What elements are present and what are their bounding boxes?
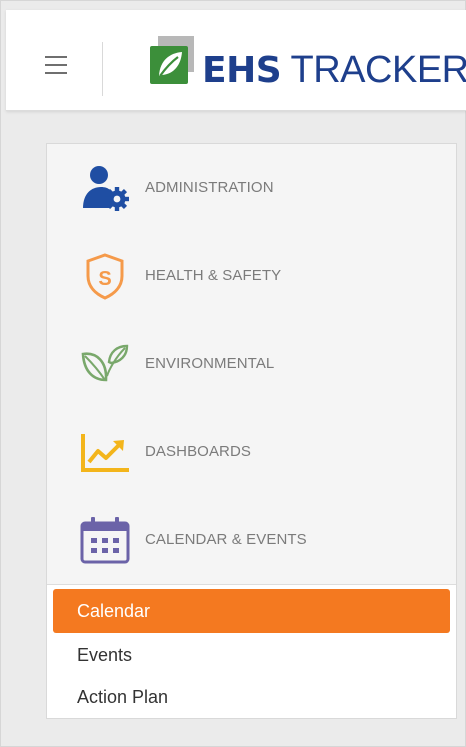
- menu-label-administration: ADMINISTRATION: [145, 179, 274, 196]
- shield-dollar-icon: S: [86, 253, 124, 300]
- leaves-icon: [81, 344, 129, 382]
- top-header: EHS TRACKERTM: [6, 10, 466, 111]
- trend-chart-icon: [81, 434, 129, 472]
- logo-text-light: TRACKER: [290, 49, 466, 91]
- menu-label-calendar-events: CALENDAR & EVENTS: [145, 531, 307, 548]
- calendar-submenu: Calendar Events Action Plan: [47, 585, 456, 718]
- hamburger-menu-icon[interactable]: [45, 56, 67, 74]
- menu-item-calendar-events[interactable]: CALENDAR & EVENTS: [47, 496, 456, 585]
- logo-wordmark: EHS TRACKERTM: [202, 50, 466, 99]
- menu-item-health-safety[interactable]: S HEALTH & SAFETY: [47, 232, 456, 321]
- side-menu: ADMINISTRATION S HEALTH & SAFETY ENVIRON…: [46, 143, 457, 719]
- app-frame: EHS TRACKERTM ADMINISTRATION: [0, 0, 466, 747]
- submenu-label-action-plan: Action Plan: [77, 687, 169, 707]
- menu-item-environmental[interactable]: ENVIRONMENTAL: [47, 320, 456, 409]
- submenu-item-calendar[interactable]: Calendar: [53, 589, 450, 633]
- submenu-item-events[interactable]: Events: [47, 633, 456, 677]
- menu-label-dashboards: DASHBOARDS: [145, 443, 252, 460]
- submenu-item-action-plan[interactable]: Action Plan: [47, 675, 456, 719]
- admin-user-gear-icon: [83, 166, 129, 211]
- submenu-label-calendar: Calendar: [77, 601, 151, 621]
- menu-item-administration[interactable]: ADMINISTRATION: [47, 144, 456, 233]
- calendar-icon: [80, 517, 130, 564]
- logo-text-bold: EHS: [202, 50, 282, 91]
- svg-text:S: S: [98, 268, 111, 290]
- menu-item-dashboards[interactable]: DASHBOARDS: [47, 408, 456, 497]
- menu-label-health-safety: HEALTH & SAFETY: [145, 267, 282, 284]
- header-divider: [102, 42, 103, 96]
- ehs-tracker-logo[interactable]: EHS TRACKERTM: [148, 36, 466, 96]
- menu-label-environmental: ENVIRONMENTAL: [145, 355, 275, 372]
- leaf-logo-icon: [150, 36, 194, 84]
- submenu-label-events: Events: [77, 645, 133, 665]
